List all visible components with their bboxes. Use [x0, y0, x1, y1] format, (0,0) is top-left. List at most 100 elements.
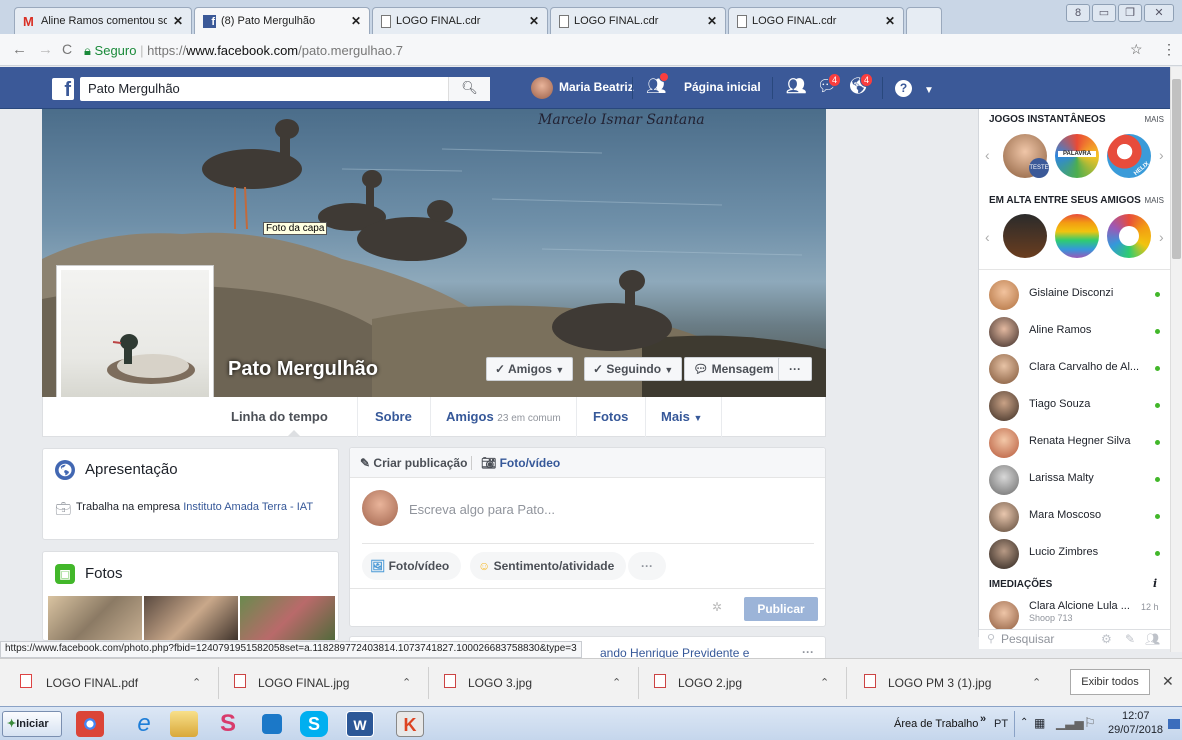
search-input[interactable]: Pato Mergulhão 🔍︎: [80, 77, 490, 101]
back-icon[interactable]: ←: [12, 41, 27, 58]
forward-icon[interactable]: →: [38, 41, 53, 58]
minimize-icon[interactable]: ▭: [1092, 4, 1116, 22]
chevron-up-icon[interactable]: ⌃: [192, 676, 201, 689]
flag-icon[interactable]: ⚐: [1084, 715, 1096, 731]
show-all-button[interactable]: Exibir todos: [1070, 669, 1150, 695]
clock-time[interactable]: 12:07: [1122, 710, 1150, 722]
browser-tab-doc-1[interactable]: LOGO FINAL.cdr ✕: [372, 7, 548, 34]
outlook-icon[interactable]: [262, 714, 282, 734]
more-composer-options[interactable]: ···: [628, 552, 666, 580]
info-icon[interactable]: i: [1153, 577, 1157, 590]
account-menu-caret-icon[interactable]: ▼: [924, 82, 934, 100]
work-link[interactable]: Instituto Amada Terra - IAT: [183, 501, 313, 513]
language-indicator[interactable]: PT: [994, 718, 1008, 730]
skype-icon[interactable]: S: [300, 711, 328, 737]
post-input[interactable]: Escreva algo para Pato...: [409, 502, 555, 517]
tab-photos[interactable]: Fotos: [593, 409, 628, 424]
more-options-button[interactable]: ···: [778, 357, 812, 381]
folder-icon[interactable]: [170, 711, 198, 737]
search-icon[interactable]: 🔍︎: [448, 77, 490, 101]
chevron-right-icon[interactable]: ›: [1159, 147, 1164, 163]
create-post-tab[interactable]: ✎ Criar publicação: [360, 456, 467, 470]
download-item[interactable]: LOGO 2.jpg: [678, 676, 742, 690]
chat-friend[interactable]: Lucio Zimbres: [979, 535, 1169, 571]
game-icon-cake[interactable]: [1055, 214, 1099, 258]
gear-icon[interactable]: ⚙︎: [1101, 632, 1112, 646]
tab-timeline[interactable]: Linha do tempo: [231, 409, 328, 424]
browser-tab-doc-2[interactable]: LOGO FINAL.cdr ✕: [550, 7, 726, 34]
home-link[interactable]: Página inicial: [684, 80, 761, 94]
nearby-friend[interactable]: Clara Alcione Lula ... 12 h Shoop 713: [979, 597, 1169, 633]
chevron-up-icon[interactable]: ⌃: [612, 676, 621, 689]
page-scrollbar[interactable]: [1170, 67, 1182, 652]
tab-about[interactable]: Sobre: [375, 409, 412, 424]
word-icon[interactable]: W: [346, 711, 374, 737]
desktop-toolbar-label[interactable]: Área de Trabalho: [894, 718, 978, 730]
chevron-left-icon[interactable]: ‹: [985, 147, 990, 163]
url-field[interactable]: 🔒︎ Seguro | https://www.facebook.com/pat…: [84, 43, 403, 59]
friends-icon[interactable]: 👥︎: [786, 78, 806, 96]
chat-friend[interactable]: Gislaine Disconzi: [979, 276, 1169, 312]
photo-thumbnail[interactable]: [144, 596, 238, 640]
start-button[interactable]: ✦Iniciar: [2, 711, 62, 737]
chat-search-input[interactable]: Pesquisar: [1001, 632, 1054, 646]
chevron-up-icon[interactable]: ⌃: [820, 676, 829, 689]
chevron-right-icon[interactable]: ›: [1159, 229, 1164, 245]
show-desktop-button[interactable]: [1168, 719, 1180, 729]
photo-video-tab[interactable]: 📷︎ Foto/vídeo: [481, 456, 560, 470]
profile-icon[interactable]: 8: [1066, 4, 1090, 22]
close-icon[interactable]: ✕: [529, 14, 539, 28]
game-icon-helix[interactable]: HELIX: [1107, 134, 1151, 178]
clock-date[interactable]: 29/07/2018: [1108, 724, 1163, 736]
close-icon[interactable]: ✕: [173, 14, 183, 28]
photo-video-button[interactable]: 🖼︎ Foto/vídeo: [362, 552, 462, 580]
chevron-up-icon[interactable]: ⌃: [1032, 676, 1041, 689]
media-icon[interactable]: S: [214, 711, 242, 737]
facebook-logo-icon[interactable]: f: [52, 78, 74, 100]
chat-friend[interactable]: Renata Hegner Silva: [979, 424, 1169, 460]
tab-more[interactable]: Mais ▼: [661, 409, 702, 424]
game-icon-uno[interactable]: [1003, 214, 1047, 258]
network-icon[interactable]: ▦: [1034, 716, 1045, 730]
star-icon[interactable]: ☆: [1130, 41, 1143, 58]
close-icon[interactable]: ✕: [885, 14, 895, 28]
game-icon-rainbow[interactable]: [1107, 214, 1151, 258]
chrome-icon[interactable]: [76, 711, 104, 737]
close-window-icon[interactable]: ✕: [1144, 4, 1174, 22]
game-icon-teste[interactable]: TESTE: [1003, 134, 1049, 178]
help-icon[interactable]: ?: [895, 80, 912, 97]
chevron-up-icon[interactable]: ⌃: [402, 676, 411, 689]
menu-icon[interactable]: ⋮: [1162, 41, 1176, 58]
close-icon[interactable]: ✕: [351, 14, 361, 28]
chevron-left-icon[interactable]: ‹: [985, 229, 990, 245]
trending-more-link[interactable]: MAIS: [1144, 196, 1164, 205]
chat-friend[interactable]: Larissa Malty: [979, 461, 1169, 497]
chat-friend[interactable]: Mara Moscoso: [979, 498, 1169, 534]
expand-chevron-icon[interactable]: »: [980, 713, 986, 725]
games-more-link[interactable]: MAIS: [1144, 115, 1164, 124]
download-item[interactable]: LOGO FINAL.pdf: [46, 676, 138, 690]
photo-thumbnail[interactable]: [48, 596, 142, 640]
settings-icon[interactable]: ✲: [712, 600, 722, 614]
feeling-activity-button[interactable]: ☺ Sentimento/atividade: [470, 552, 627, 580]
coreldraw-icon[interactable]: K: [396, 711, 424, 737]
download-item[interactable]: LOGO FINAL.jpg: [258, 676, 349, 690]
group-icon[interactable]: 👥︎: [1145, 632, 1160, 646]
chat-search-bar[interactable]: ⚲ Pesquisar ⚙︎ ✎ 👥︎: [979, 629, 1170, 649]
browser-tab-facebook[interactable]: f (8) Pato Mergulhão ✕: [194, 7, 370, 34]
download-item[interactable]: LOGO 3.jpg: [468, 676, 532, 690]
close-icon[interactable]: ✕: [1162, 673, 1174, 690]
new-tab-button[interactable]: [906, 7, 942, 34]
close-icon[interactable]: ✕: [707, 14, 717, 28]
friends-button[interactable]: ✓ Amigos ▼: [486, 357, 574, 381]
reload-icon[interactable]: C: [62, 41, 72, 57]
compose-icon[interactable]: ✎: [1125, 632, 1135, 646]
publish-button[interactable]: Publicar: [744, 597, 818, 621]
message-button[interactable]: 💬︎ Mensagem: [684, 357, 783, 381]
chat-friend[interactable]: Tiago Souza: [979, 387, 1169, 423]
browser-tab-gmail[interactable]: M Aline Ramos comentou sobr ✕: [14, 7, 192, 34]
scrollbar-thumb[interactable]: [1172, 79, 1181, 259]
tray-chevron-icon[interactable]: ⌃: [1020, 717, 1028, 728]
ie-icon[interactable]: e: [130, 711, 158, 737]
post-options-icon[interactable]: ···: [802, 645, 814, 659]
